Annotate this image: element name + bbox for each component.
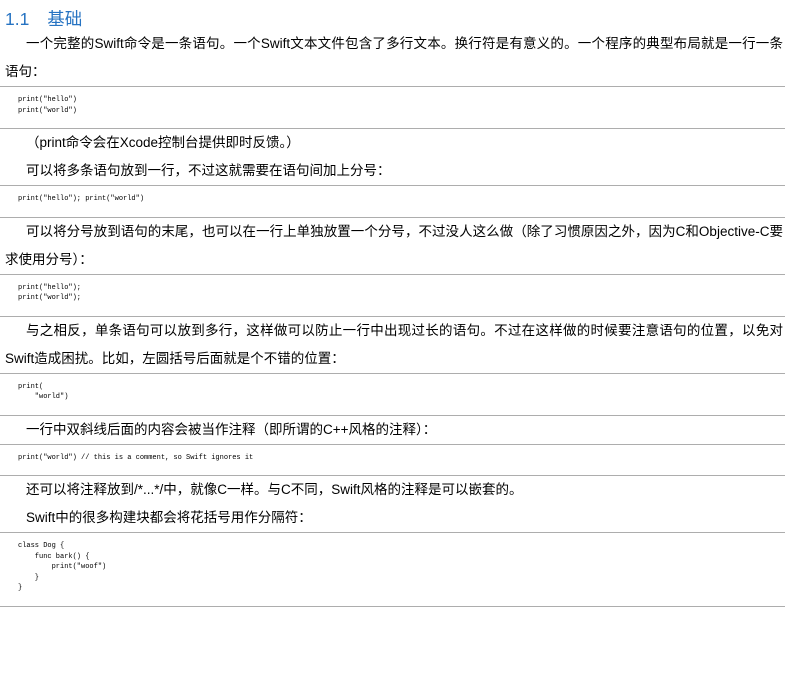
code-block-print-two-lines: print("hello") print("world") <box>0 86 785 129</box>
section-title: 基础 <box>47 9 82 29</box>
section-number: 1.1 <box>5 9 29 29</box>
section-heading: 1.1 基础 <box>5 8 791 30</box>
code-block-class-dog: class Dog { func bark() { print("woof") … <box>0 532 785 607</box>
code-block-semicolon-lines: print("hello"); print("world"); <box>0 274 785 317</box>
paragraph-statement-intro: 一个完整的Swift命令是一条语句。一个Swift文本文件包含了多行文本。换行符… <box>5 30 783 86</box>
paragraph-block-comment: 还可以将注释放到/*...*/中，就像C一样。与C不同，Swift风格的注释是可… <box>5 476 783 504</box>
paragraph-multiline-statement: 与之相反，单条语句可以放到多行，这样做可以防止一行中出现过长的语句。不过在这样做… <box>5 317 783 373</box>
paragraph-curly-braces: Swift中的很多构建块都会将花括号用作分隔符： <box>5 504 783 532</box>
code-block-comment-example: print("world") // this is a comment, so … <box>0 444 785 477</box>
code-block-semicolon-inline: print("hello"); print("world") <box>0 185 785 218</box>
paragraph-xcode-console-note: （print命令会在Xcode控制台提供即时反馈。） <box>5 129 783 157</box>
paragraph-semicolon-one-line: 可以将多条语句放到一行，不过这就需要在语句间加上分号： <box>5 157 783 185</box>
paragraph-semicolon-end: 可以将分号放到语句的末尾，也可以在一行上单独放置一个分号，不过没人这么做（除了习… <box>5 218 783 274</box>
code-block-print-wrapped: print( "world") <box>0 373 785 416</box>
document-page: 1.1 基础 一个完整的Swift命令是一条语句。一个Swift文本文件包含了多… <box>0 8 791 682</box>
paragraph-double-slash-comment: 一行中双斜线后面的内容会被当作注释（即所谓的C++风格的注释）： <box>5 416 783 444</box>
